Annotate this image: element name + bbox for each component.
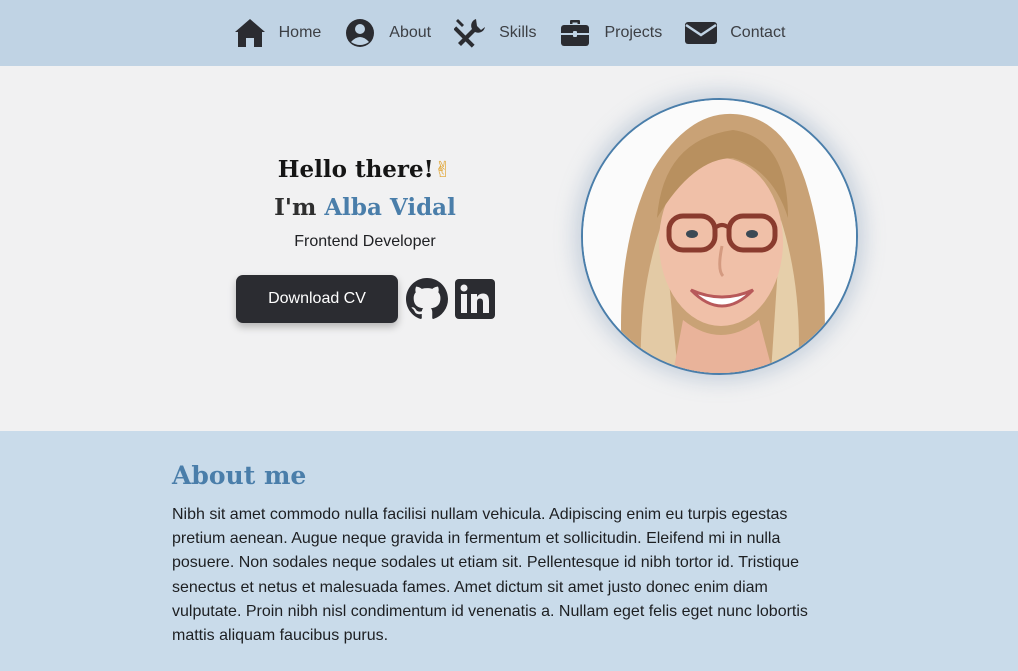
person-name: Alba Vidal <box>324 194 456 221</box>
nav-label-about: About <box>389 24 432 41</box>
hero-intro: Hello there!✌ I'm Alba Vidal Frontend De… <box>236 158 494 251</box>
top-nav: Home About Skills Projects Contact <box>0 0 1018 66</box>
nav-menu: Home About Skills Projects Contact <box>233 13 785 53</box>
nav-label-skills: Skills <box>499 24 537 41</box>
about-heading: About me <box>172 461 307 490</box>
github-icon[interactable] <box>406 278 448 320</box>
nav-item-home[interactable]: Home <box>233 13 322 53</box>
intro-prefix: I'm <box>274 194 325 221</box>
nav-item-projects[interactable]: Projects <box>558 13 662 53</box>
nav-label-contact: Contact <box>730 24 786 41</box>
job-title: Frontend Developer <box>294 233 436 250</box>
nav-label-projects: Projects <box>604 24 663 41</box>
greeting-text: Hello there! <box>277 156 434 183</box>
nav-item-skills[interactable]: Skills <box>453 13 536 53</box>
user-circle-icon <box>343 16 377 50</box>
briefcase-icon <box>558 16 592 50</box>
hero-actions: Download CV <box>236 275 496 323</box>
linkedin-icon[interactable] <box>454 278 496 320</box>
download-cv-button[interactable]: Download CV <box>236 275 398 323</box>
greeting-heading: Hello there!✌ <box>236 158 494 182</box>
nav-label-home: Home <box>278 24 322 41</box>
tools-icon <box>453 16 487 50</box>
about-section: About me Nibh sit amet commodo nulla fac… <box>0 431 1018 671</box>
envelope-icon <box>684 16 718 50</box>
nav-item-about[interactable]: About <box>343 13 431 53</box>
about-paragraph: Nibh sit amet commodo nulla facilisi nul… <box>172 506 808 645</box>
nav-item-contact[interactable]: Contact <box>684 13 785 53</box>
name-heading: I'm Alba Vidal <box>236 196 494 219</box>
profile-photo <box>581 98 858 375</box>
victory-hand-icon: ✌ <box>433 158 453 183</box>
hero-section: Hello there!✌ I'm Alba Vidal Frontend De… <box>0 66 1018 431</box>
home-icon <box>233 16 267 50</box>
